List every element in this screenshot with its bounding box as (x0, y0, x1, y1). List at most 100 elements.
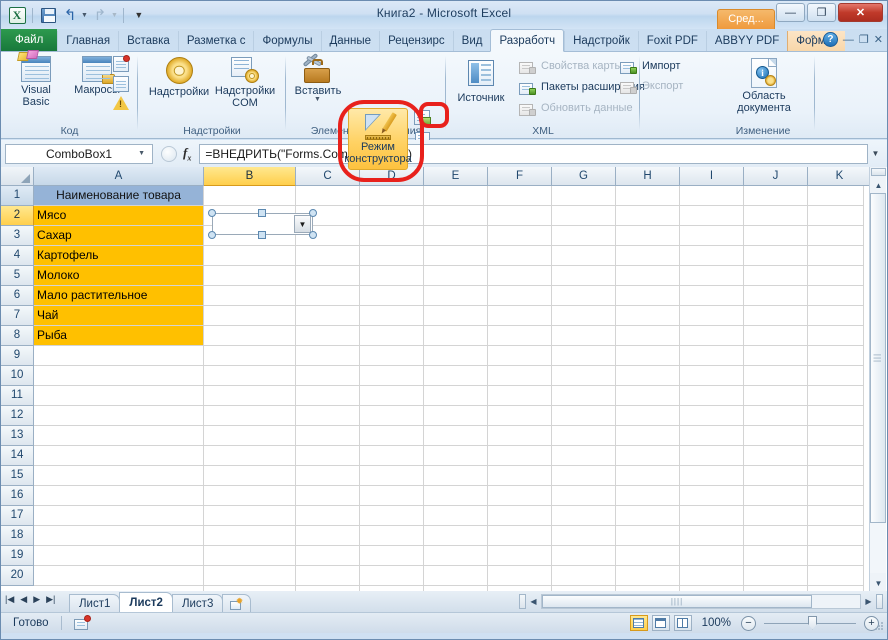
column-header-E[interactable]: E (424, 167, 488, 186)
nav-last-sheet-icon[interactable]: ▶| (46, 594, 55, 605)
sheet-tab-list3[interactable]: Лист3 (171, 594, 224, 612)
vertical-scroll-thumb[interactable]: ||| (870, 193, 886, 523)
window-resize-grip[interactable] (873, 620, 885, 632)
visual-basic-button[interactable]: Visual Basic (7, 50, 65, 108)
resize-handle-sw[interactable] (208, 231, 216, 239)
row-header-14[interactable]: 14 (1, 446, 34, 466)
record-macro-status-icon[interactable] (73, 615, 91, 630)
scroll-up-icon[interactable]: ▲ (870, 177, 887, 193)
formula-input[interactable]: =ВНЕДРИТЬ("Forms.ComboBox.1";"") (199, 143, 868, 164)
row-header-19[interactable]: 19 (1, 546, 34, 566)
horizontal-scrollbar[interactable]: ◀ |||| ▶ (519, 593, 883, 610)
minimize-button[interactable]: — (776, 3, 805, 22)
tab-view[interactable]: Вид (452, 31, 491, 52)
properties-button[interactable] (411, 108, 433, 127)
close-button[interactable]: ✕ (838, 3, 883, 22)
cell-A2[interactable]: Мясо (34, 206, 203, 225)
workbook-restore-icon[interactable]: ❐ (859, 33, 869, 46)
column-header-K[interactable]: K (808, 167, 872, 186)
row-header-3[interactable]: 3 (1, 226, 34, 246)
record-macro-icon[interactable] (113, 55, 130, 72)
column-header-G[interactable]: G (552, 167, 616, 186)
name-box[interactable]: ComboBox1 ▼ (5, 143, 153, 164)
sheet-tab-list2[interactable]: Лист2 (119, 592, 173, 612)
cell-A7[interactable]: Чай (34, 306, 203, 325)
row-header-2[interactable]: 2 (1, 206, 34, 226)
resize-handle-nw[interactable] (208, 209, 216, 217)
page-break-view-button[interactable] (673, 615, 692, 631)
vertical-split-handle[interactable] (871, 168, 886, 176)
select-all-corner[interactable] (1, 167, 34, 186)
tab-foxit-pdf[interactable]: Foxit PDF (637, 31, 706, 52)
horizontal-scroll-track[interactable]: |||| (541, 594, 861, 609)
row-header-1[interactable]: 1 (1, 186, 34, 206)
cell-A6[interactable]: Мало растительное (34, 286, 203, 305)
row-header-9[interactable]: 9 (1, 346, 34, 366)
row-header-13[interactable]: 13 (1, 426, 34, 446)
workbook-minimize-icon[interactable]: — (843, 34, 854, 46)
row-header-20[interactable]: 20 (1, 566, 34, 586)
combobox-dropdown-icon[interactable]: ▼ (294, 215, 311, 233)
tab-file[interactable]: Файл (1, 29, 58, 52)
scroll-right-icon[interactable]: ▶ (861, 594, 876, 609)
column-header-H[interactable]: H (616, 167, 680, 186)
tab-home[interactable]: Главная (57, 31, 118, 52)
row-header-11[interactable]: 11 (1, 386, 34, 406)
resize-handle-n[interactable] (258, 209, 266, 217)
horizontal-scroll-thumb[interactable]: |||| (542, 595, 812, 608)
tab-page-layout[interactable]: Разметка с (177, 31, 254, 52)
row-header-15[interactable]: 15 (1, 466, 34, 486)
row-header-16[interactable]: 16 (1, 486, 34, 506)
cell-A3[interactable]: Сахар (34, 226, 203, 245)
macro-security-icon[interactable] (113, 96, 129, 110)
zoom-slider-thumb[interactable] (808, 615, 817, 630)
zoom-out-button[interactable]: − (741, 615, 756, 631)
cell-A1[interactable]: Наименование товара (34, 186, 203, 205)
expand-formula-bar-icon[interactable]: ▼ (868, 144, 883, 164)
sheet-tab-list1[interactable]: Лист1 (69, 594, 121, 612)
scroll-left-icon[interactable]: ◀ (526, 594, 541, 609)
row-header-17[interactable]: 17 (1, 506, 34, 526)
column-header-B[interactable]: B (204, 167, 296, 186)
insert-control-dropdown-icon[interactable]: ▼ (314, 96, 321, 103)
vertical-scrollbar[interactable]: ▲ ||| ▼ (869, 167, 886, 591)
tab-formulas[interactable]: Формулы (253, 31, 320, 52)
column-header-F[interactable]: F (488, 167, 552, 186)
row-header-18[interactable]: 18 (1, 526, 34, 546)
row-header-12[interactable]: 12 (1, 406, 34, 426)
nav-first-sheet-icon[interactable]: |◀ (5, 594, 14, 605)
resize-handle-se[interactable] (309, 231, 317, 239)
column-header-A[interactable]: A (34, 167, 204, 186)
tab-addins[interactable]: Надстройк (564, 31, 638, 52)
column-header-J[interactable]: J (744, 167, 808, 186)
resize-handle-ne[interactable] (309, 209, 317, 217)
tab-developer[interactable]: Разработч (490, 29, 565, 52)
document-panel-button[interactable]: i Область документа (729, 54, 799, 114)
xml-source-button[interactable]: Источник (452, 56, 510, 104)
horizontal-split-handle[interactable] (876, 594, 883, 609)
normal-view-button[interactable] (629, 615, 648, 631)
nav-next-sheet-icon[interactable]: ▶ (33, 594, 40, 605)
row-header-5[interactable]: 5 (1, 266, 34, 286)
tab-split-handle[interactable] (519, 594, 526, 609)
row-header-8[interactable]: 8 (1, 326, 34, 346)
row-header-6[interactable]: 6 (1, 286, 34, 306)
new-sheet-button[interactable]: ✹ (222, 594, 252, 612)
insert-control-button[interactable]: Вставить ▼ (290, 52, 346, 103)
maximize-button[interactable]: ❐ (807, 3, 836, 22)
scroll-down-icon[interactable]: ▼ (870, 575, 887, 591)
tab-insert[interactable]: Вставка (118, 31, 178, 52)
tab-review[interactable]: Рецензирс (379, 31, 453, 52)
zoom-slider[interactable] (764, 615, 856, 630)
name-box-dropdown-icon[interactable]: ▼ (138, 150, 145, 157)
com-addins-button[interactable]: Надстройки COM (212, 52, 278, 109)
row-header-4[interactable]: 4 (1, 246, 34, 266)
tab-data[interactable]: Данные (320, 31, 380, 52)
row-header-7[interactable]: 7 (1, 306, 34, 326)
tab-abbyy-pdf[interactable]: ABBYY PDF (705, 31, 787, 52)
resize-handle-s[interactable] (258, 231, 266, 239)
cell-A8[interactable]: Рыба (34, 326, 203, 345)
vertical-scroll-track[interactable]: ||| (870, 193, 886, 573)
insert-function-icon[interactable]: fx (183, 145, 191, 163)
column-header-I[interactable]: I (680, 167, 744, 186)
